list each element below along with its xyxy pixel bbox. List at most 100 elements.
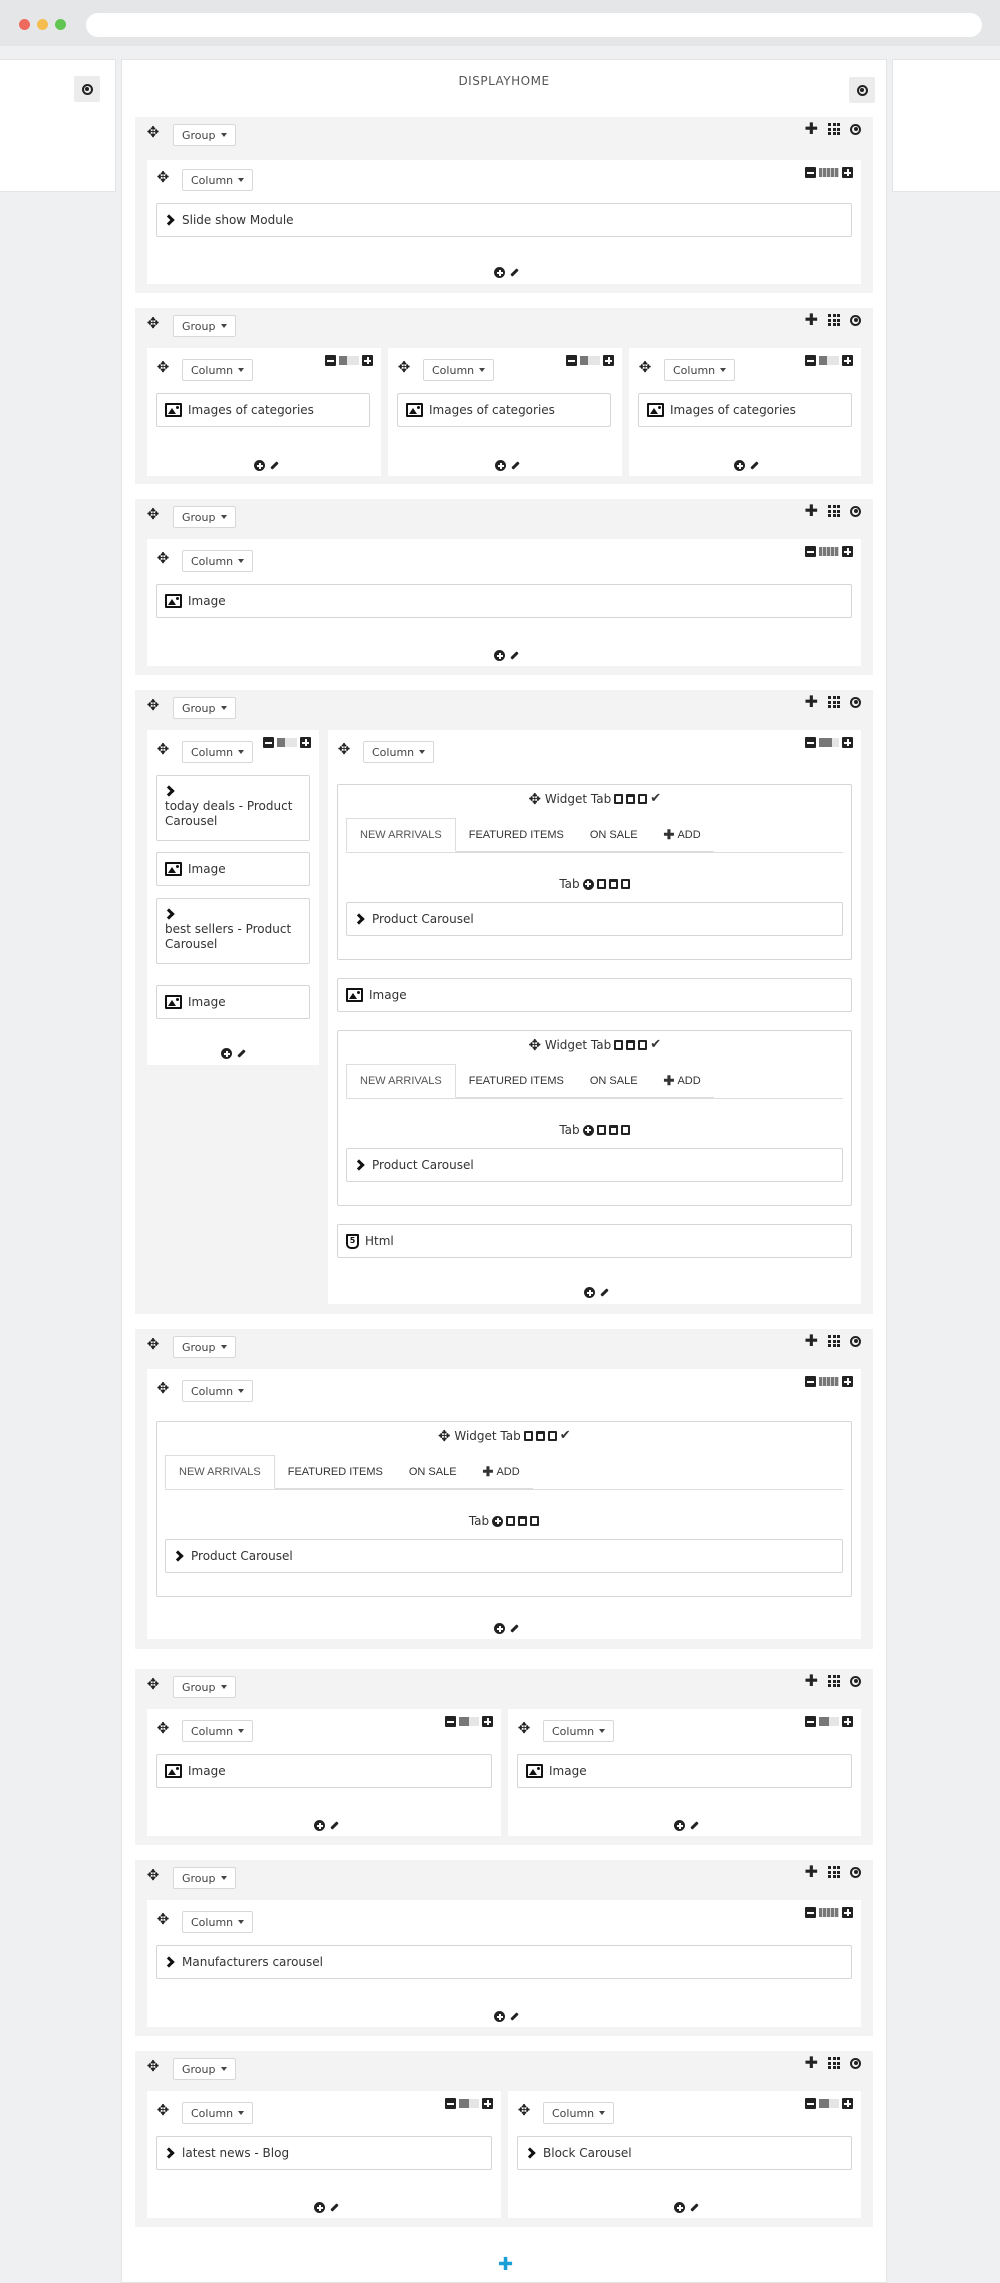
width-bars-icon[interactable] (819, 738, 839, 747)
copy-icon[interactable] (638, 793, 648, 804)
move-icon[interactable]: ✥ (528, 791, 542, 806)
column-dropdown[interactable]: Column (182, 169, 254, 191)
column-dropdown[interactable]: Column (363, 741, 435, 763)
width-bars-icon[interactable] (819, 1908, 839, 1917)
add-icon[interactable] (492, 1515, 504, 1527)
plus-square-icon[interactable] (842, 737, 853, 748)
group-dropdown[interactable]: Group (173, 1676, 236, 1698)
plus-square-icon[interactable] (842, 2098, 853, 2109)
add-module-icon[interactable] (674, 2202, 685, 2213)
tab-on-sale[interactable]: ON SALE (577, 1064, 651, 1097)
minus-square-icon[interactable] (805, 355, 816, 366)
module-product-carousel[interactable]: Product Carousel (346, 902, 843, 936)
add-module-icon[interactable] (314, 2202, 325, 2213)
move-icon[interactable]: ✥ (638, 360, 652, 375)
grid-icon[interactable] (828, 696, 840, 708)
add-column-icon[interactable]: ✚ (805, 694, 818, 710)
edit-icon[interactable] (750, 461, 759, 470)
minus-square-icon[interactable] (445, 1716, 456, 1727)
group-dropdown[interactable]: Group (173, 1336, 236, 1358)
minus-square-icon[interactable] (445, 2098, 456, 2109)
edit-icon[interactable] (600, 1288, 609, 1297)
move-icon[interactable]: ✥ (156, 551, 170, 566)
move-icon[interactable]: ✥ (146, 1337, 160, 1352)
column-dropdown[interactable]: Column (182, 1911, 254, 1933)
check-icon[interactable]: ✔ (650, 791, 661, 806)
copy-icon[interactable] (620, 879, 630, 889)
module-image[interactable]: Image (156, 985, 310, 1019)
grid-icon[interactable] (828, 1335, 840, 1347)
module-manufacturers-carousel[interactable]: Manufacturers carousel (156, 1945, 852, 1979)
edit-icon[interactable] (510, 268, 519, 277)
edit-icon[interactable] (506, 1516, 516, 1526)
move-icon[interactable]: ✥ (146, 125, 160, 140)
move-icon[interactable]: ✥ (146, 316, 160, 331)
column-dropdown[interactable]: Column (182, 550, 254, 572)
module-images-of-categories[interactable]: Images of categories (638, 393, 852, 427)
module-image[interactable]: Image (517, 1754, 852, 1788)
move-icon[interactable]: ✥ (156, 1721, 170, 1736)
add-module-icon[interactable] (674, 1820, 685, 1831)
check-icon[interactable]: ✔ (560, 1428, 571, 1443)
add-group-icon[interactable]: ✚ (498, 2254, 513, 2275)
add-module-icon[interactable] (584, 1287, 595, 1298)
address-bar[interactable] (86, 13, 982, 37)
width-bars-icon[interactable] (459, 2099, 479, 2108)
minus-square-icon[interactable] (805, 1716, 816, 1727)
column-dropdown[interactable]: Column (182, 2102, 254, 2124)
group-dropdown[interactable]: Group (173, 1867, 236, 1889)
move-icon[interactable]: ✥ (397, 360, 411, 375)
add-column-icon[interactable]: ✚ (805, 1673, 818, 1689)
trash-icon[interactable] (518, 1516, 528, 1526)
add-module-icon[interactable] (734, 460, 745, 471)
width-bars-icon[interactable] (819, 2099, 839, 2108)
edit-icon[interactable] (614, 793, 624, 804)
edit-icon[interactable] (510, 1624, 519, 1633)
group-dropdown[interactable]: Group (173, 697, 236, 719)
move-icon[interactable]: ✥ (517, 1721, 531, 1736)
column-dropdown[interactable]: Column (543, 1720, 615, 1742)
group-dropdown[interactable]: Group (173, 506, 236, 528)
tab-new-arrivals[interactable]: NEW ARRIVALS (346, 1064, 456, 1098)
edit-icon[interactable] (330, 1821, 339, 1830)
module-html[interactable]: 5 Html (337, 1224, 852, 1258)
width-bars-icon[interactable] (819, 1377, 839, 1386)
add-column-icon[interactable]: ✚ (805, 1333, 818, 1349)
tab-add[interactable]: ✚ ADD (651, 818, 714, 851)
tab-on-sale[interactable]: ON SALE (577, 818, 651, 851)
width-bars-icon[interactable] (580, 356, 600, 365)
copy-icon[interactable] (638, 1039, 648, 1050)
trash-icon[interactable] (608, 1125, 618, 1135)
move-icon[interactable]: ✥ (146, 698, 160, 713)
tab-new-arrivals[interactable]: NEW ARRIVALS (346, 818, 456, 852)
move-icon[interactable]: ✥ (156, 170, 170, 185)
move-icon[interactable]: ✥ (156, 1912, 170, 1927)
group-settings-icon[interactable] (850, 696, 861, 708)
add-module-icon[interactable] (494, 267, 505, 278)
window-maximize-dot[interactable] (55, 19, 66, 30)
grid-icon[interactable] (828, 314, 840, 326)
add-module-icon[interactable] (314, 1820, 325, 1831)
move-icon[interactable]: ✥ (156, 1381, 170, 1396)
edit-icon[interactable] (690, 2203, 699, 2212)
edit-icon[interactable] (596, 879, 606, 889)
trash-icon[interactable] (535, 1430, 545, 1441)
left-hook-button[interactable] (74, 76, 100, 102)
add-column-icon[interactable]: ✚ (805, 503, 818, 519)
add-column-icon[interactable]: ✚ (805, 2055, 818, 2071)
move-icon[interactable]: ✥ (146, 1677, 160, 1692)
width-bars-icon[interactable] (819, 168, 839, 177)
edit-icon[interactable] (596, 1125, 606, 1135)
column-dropdown[interactable]: Column (543, 2102, 615, 2124)
add-module-icon[interactable] (495, 460, 506, 471)
trash-icon[interactable] (626, 1039, 636, 1050)
tab-add[interactable]: ✚ ADD (470, 1455, 533, 1488)
group-settings-icon[interactable] (850, 1675, 861, 1687)
tab-featured-items[interactable]: FEATURED ITEMS (456, 1064, 577, 1097)
group-settings-icon[interactable] (850, 123, 861, 135)
grid-icon[interactable] (828, 123, 840, 135)
tab-new-arrivals[interactable]: NEW ARRIVALS (165, 1455, 275, 1489)
group-settings-icon[interactable] (850, 314, 861, 326)
minus-square-icon[interactable] (805, 2098, 816, 2109)
tab-featured-items[interactable]: FEATURED ITEMS (275, 1455, 396, 1488)
